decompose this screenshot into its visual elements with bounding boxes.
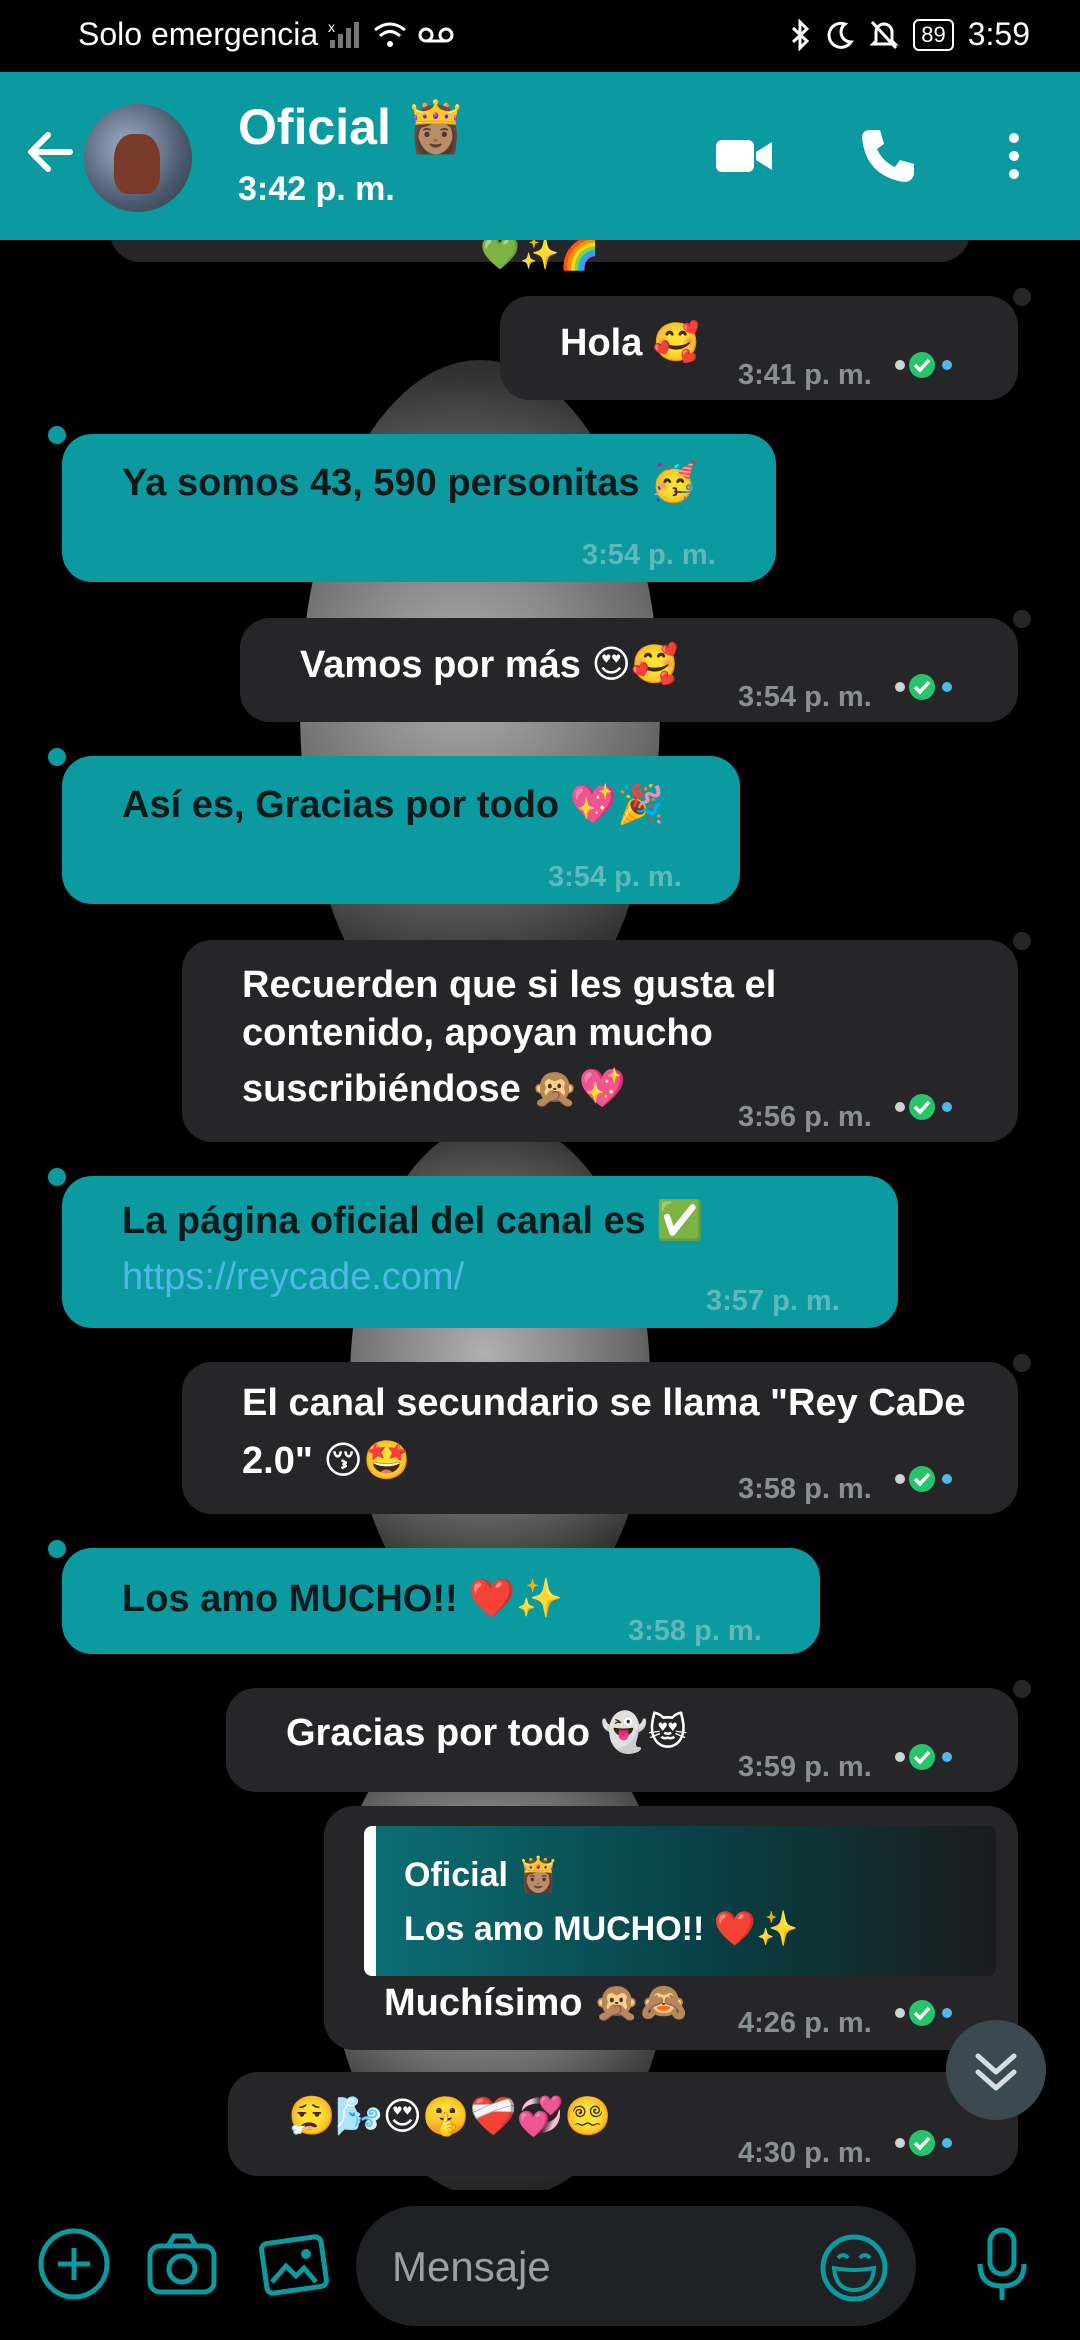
carrier-label: Solo emergencia <box>78 16 319 52</box>
message-text: Recuerden que si les gusta el <box>242 964 777 1006</box>
message-text: Los amo MUCHO!! ❤️✨ <box>122 1578 563 1620</box>
read-receipt-icon <box>895 2130 952 2156</box>
message-text: Gracias por todo 👻😻 <box>286 1712 688 1754</box>
bubble-tail <box>1013 932 1031 950</box>
message-text: 2.0" 😚🤩 <box>242 1440 411 1482</box>
phone-call-icon[interactable] <box>856 124 920 188</box>
more-options-icon[interactable] <box>982 124 1046 188</box>
message-time: 3:59 p. m. <box>738 1751 872 1783</box>
message-time: 3:54 p. m. <box>582 539 716 571</box>
bubble-tail <box>1013 1354 1031 1372</box>
bluetooth-icon <box>792 18 810 51</box>
last-seen: 3:42 p. m. <box>238 170 395 208</box>
message-bubble-outgoing[interactable]: El canal secundario se llama "Rey CaDe 2… <box>182 1362 1018 1514</box>
message-bubble-outgoing[interactable]: Vamos por más 😍🥰 3:54 p. m. <box>240 618 1018 722</box>
message-text: Así es, Gracias por todo 💖🎉 <box>122 784 665 826</box>
quoted-text: Los amo MUCHO!! ❤️✨ <box>404 1910 799 1948</box>
message-bubble-outgoing[interactable]: Hola 🥰 3:41 p. m. <box>500 296 1018 400</box>
message-time: 4:30 p. m. <box>738 2137 872 2169</box>
message-bubble-incoming[interactable]: Los amo MUCHO!! ❤️✨ 3:58 p. m. <box>62 1548 820 1654</box>
message-text: contenido, apoyan mucho <box>242 1012 713 1054</box>
bubble-tail <box>1013 610 1031 628</box>
bell-off-icon <box>869 20 899 49</box>
message-bubble-incoming[interactable]: Ya somos 43, 590 personitas 🥳 3:54 p. m. <box>62 434 776 582</box>
message-text: 😮‍💨🌬️😍🤫❤️‍🩹💞😵‍💫 <box>288 2096 612 2138</box>
message-bubble-outgoing[interactable]: 😮‍💨🌬️😍🤫❤️‍🩹💞😵‍💫 4:30 p. m. <box>228 2072 1018 2176</box>
message-time: 3:54 p. m. <box>548 861 682 893</box>
message-text: Muchísimo 🙊🙈 <box>384 1982 688 2024</box>
message-link[interactable]: https://reycade.com/ <box>122 1250 464 1304</box>
chat-area[interactable]: 💚✨🌈 Hola 🥰 3:41 p. m. Ya somos 43, 590 p… <box>0 240 1080 2190</box>
signal-icon: x <box>328 20 360 48</box>
message-time: 3:41 p. m. <box>738 359 872 391</box>
add-attachment-icon[interactable] <box>36 2226 112 2302</box>
quoted-sender: Oficial 👸🏽 <box>404 1856 560 1894</box>
chat-header: Oficial 👸🏽 3:42 p. m. <box>0 72 1080 240</box>
wifi-icon <box>374 22 407 47</box>
message-bubble-outgoing[interactable]: Recuerden que si les gusta el contenido,… <box>182 940 1018 1142</box>
message-time: 4:26 p. m. <box>738 2007 872 2039</box>
back-arrow-icon[interactable] <box>22 124 78 180</box>
message-bubble-outgoing[interactable]: Gracias por todo 👻😻 3:59 p. m. <box>226 1688 1018 1792</box>
message-field[interactable] <box>356 2206 916 2326</box>
read-receipt-icon <box>895 674 952 700</box>
message-input[interactable] <box>390 2236 794 2298</box>
camera-icon[interactable] <box>144 2226 220 2302</box>
read-receipt-icon <box>895 352 952 378</box>
bubble-tail <box>1013 1680 1031 1698</box>
message-time: 3:56 p. m. <box>738 1101 872 1133</box>
bubble-tail <box>48 1540 66 1558</box>
battery-indicator: 89 <box>913 18 954 51</box>
moon-icon <box>827 21 855 49</box>
svg-text:x: x <box>328 20 335 35</box>
clock: 3:59 <box>967 16 1030 52</box>
bubble-tail <box>1013 288 1031 306</box>
read-receipt-icon <box>895 1744 952 1770</box>
message-text: Hola 🥰 <box>560 322 701 364</box>
emoji-icon[interactable] <box>818 2232 890 2304</box>
input-bar <box>0 2190 1080 2340</box>
message-text: 💚✨🌈 <box>480 240 600 271</box>
read-receipt-icon <box>895 1466 952 1492</box>
read-receipt-icon <box>895 1094 952 1120</box>
voicemail-icon <box>418 27 454 42</box>
message-text: suscribiéndose 🙊💖 <box>242 1068 626 1110</box>
message-bubble-incoming[interactable]: Así es, Gracias por todo 💖🎉 3:54 p. m. <box>62 756 740 904</box>
contact-name[interactable]: Oficial 👸🏽 <box>238 98 467 157</box>
scroll-to-bottom-button[interactable] <box>946 2020 1046 2120</box>
status-bar: Solo emergencia x 89 3:59 <box>0 0 1080 72</box>
message-time: 3:58 p. m. <box>628 1615 762 1647</box>
message-text: Vamos por más 😍🥰 <box>300 644 679 686</box>
quoted-reply[interactable]: Oficial 👸🏽 Los amo MUCHO!! ❤️✨ <box>364 1826 996 1976</box>
message-bubble-outgoing[interactable]: 💚✨🌈 <box>110 240 970 271</box>
message-time: 3:57 p. m. <box>706 1285 840 1317</box>
bubble-tail <box>48 426 66 444</box>
message-text: La página oficial del canal es ✅ <box>122 1200 704 1242</box>
bubble-tail <box>48 748 66 766</box>
message-text: Ya somos 43, 590 personitas 🥳 <box>122 462 698 504</box>
video-call-icon[interactable] <box>712 124 776 188</box>
microphone-icon[interactable] <box>964 2226 1040 2302</box>
message-bubble-incoming[interactable]: La página oficial del canal es ✅ https:/… <box>62 1176 898 1328</box>
gallery-icon[interactable] <box>254 2226 330 2302</box>
message-bubble-outgoing[interactable]: Oficial 👸🏽 Los amo MUCHO!! ❤️✨ Muchísimo… <box>324 1806 1018 2050</box>
avatar[interactable] <box>82 102 194 214</box>
bubble-tail <box>48 1168 66 1186</box>
message-time: 3:58 p. m. <box>738 1473 872 1505</box>
message-time: 3:54 p. m. <box>738 681 872 713</box>
double-chevron-down-icon <box>975 2053 1017 2091</box>
message-text: El canal secundario se llama "Rey CaDe <box>242 1382 966 1424</box>
